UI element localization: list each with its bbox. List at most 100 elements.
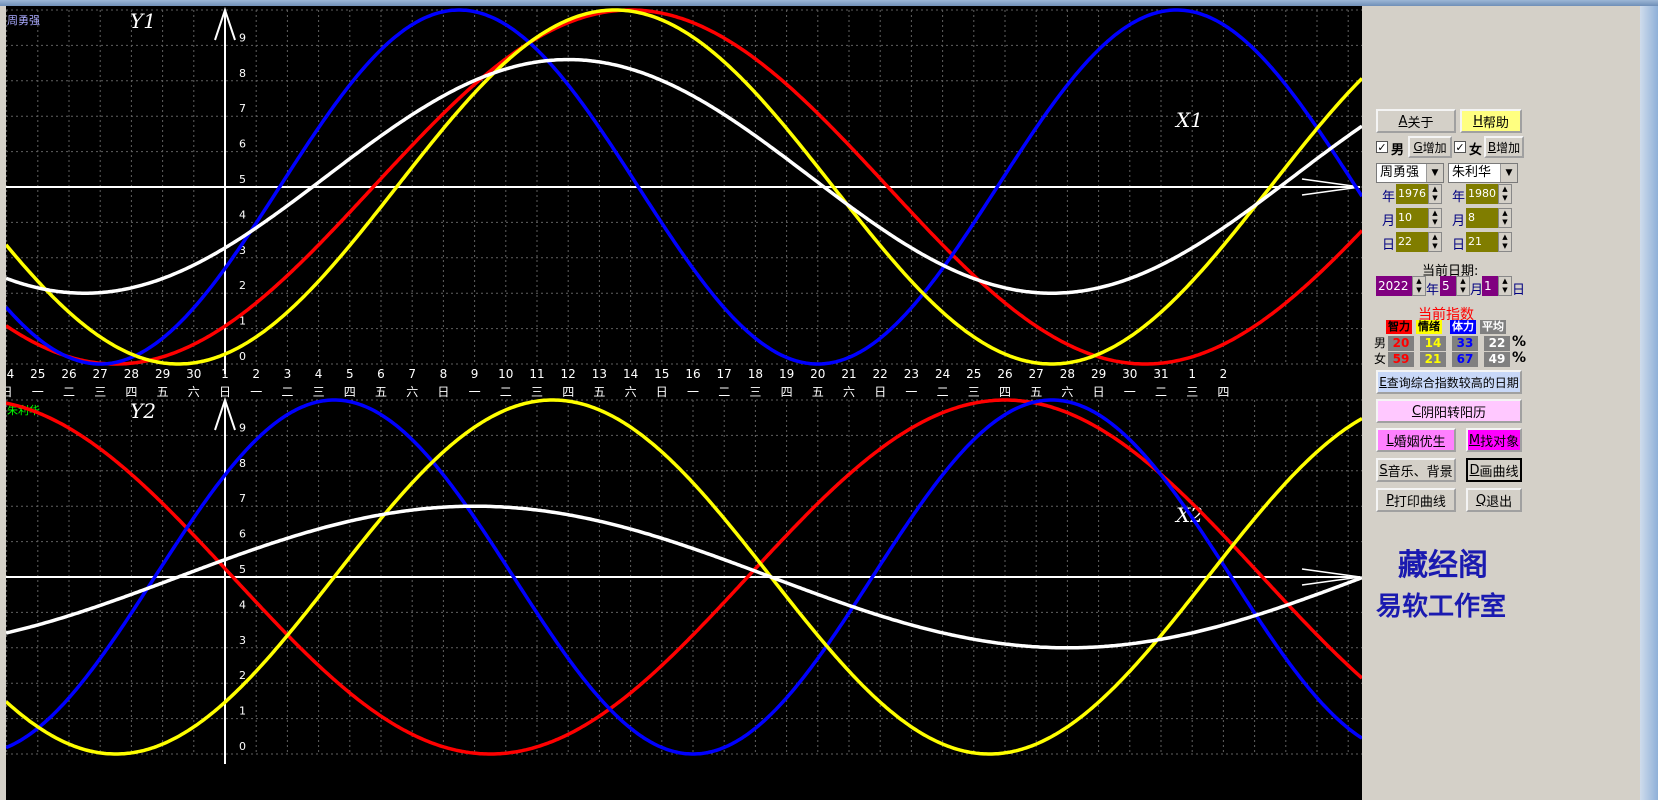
weekday-tick-label: 二: [1155, 385, 1167, 399]
date-tick-label: 17: [717, 367, 732, 381]
date-tick-label: 1: [1188, 367, 1196, 381]
male-year-spin[interactable]: 1976: [1396, 184, 1428, 204]
weekday-tick-label: 四: [125, 385, 137, 399]
date-tick-label: 27: [93, 367, 108, 381]
current-day-unit: 日: [1512, 283, 1526, 298]
date-tick-label: 25: [966, 367, 981, 381]
male-day-spin[interactable]: 22: [1396, 232, 1428, 252]
date-tick-label: 8: [440, 367, 448, 381]
male-month-spin[interactable]: 10: [1396, 208, 1428, 228]
weekday-tick-label: 五: [812, 385, 824, 399]
weekday-tick-label: 日: [656, 385, 668, 399]
weekday-tick-label: 四: [562, 385, 574, 399]
date-tick-label: 15: [654, 367, 669, 381]
weekday-tick-label: 六: [1061, 385, 1073, 399]
current-day-spin-arrows[interactable]: ▲ ▼: [1498, 276, 1512, 296]
weekday-tick-label: 一: [1124, 385, 1136, 399]
draw-curve-button[interactable]: D 画曲线: [1466, 458, 1522, 482]
y-axis-title: Y1: [130, 9, 156, 33]
weekday-tick-label: 二: [718, 385, 730, 399]
female-percent-sign: %: [1512, 350, 1527, 366]
male-year-label: 年: [1382, 190, 1396, 205]
y-tick-label: 6: [239, 528, 246, 541]
y-tick-label: 3: [239, 634, 246, 647]
female-intellect-value: 59: [1388, 352, 1414, 367]
person-name-label: 周勇强: [7, 14, 40, 27]
date-tick-label: 1: [221, 367, 229, 381]
female-name-select[interactable]: 朱利华 ▼: [1448, 163, 1518, 183]
query-high-index-button[interactable]: E 查询综合指数较高的日期: [1376, 370, 1522, 394]
male-percent-sign: %: [1512, 334, 1527, 350]
about-button[interactable]: A 关于: [1376, 109, 1456, 133]
quit-button[interactable]: Q 退出: [1466, 488, 1522, 512]
male-month-spin-arrows[interactable]: ▲ ▼: [1428, 208, 1442, 228]
date-tick-label: 29: [1091, 367, 1106, 381]
female-year-spin[interactable]: 1980: [1466, 184, 1498, 204]
date-tick-label: 6: [377, 367, 385, 381]
help-button[interactable]: H 帮助: [1460, 109, 1522, 133]
weekday-tick-label: 三: [1186, 385, 1198, 399]
male-checkbox[interactable]: ✓: [1376, 141, 1388, 154]
header-average: 平均: [1480, 320, 1506, 334]
female-physical-value: 67: [1452, 352, 1478, 367]
current-month-spin-arrows[interactable]: ▲ ▼: [1456, 276, 1470, 296]
date-tick-label: 28: [1060, 367, 1075, 381]
weekday-tick-label: 一: [32, 385, 44, 399]
date-tick-label: 20: [810, 367, 825, 381]
lunar-convert-button[interactable]: C 阴阳转阳历: [1376, 399, 1522, 423]
date-tick-label: 12: [561, 367, 576, 381]
weekday-tick-label: 三: [94, 385, 106, 399]
weekday-tick-label: 四: [1217, 385, 1229, 399]
male-name-select[interactable]: 周勇强 ▼: [1376, 163, 1444, 183]
weekday-tick-label: 三: [749, 385, 761, 399]
y-tick-label: 4: [239, 598, 246, 611]
row-label-female: 女: [1374, 352, 1387, 366]
y-tick-label: 9: [239, 421, 246, 434]
female-year-spin-arrows[interactable]: ▲ ▼: [1498, 184, 1512, 204]
biorhythm-charts: 0123456789Y1X1周勇强0123456789Y2X2朱利华242526…: [6, 6, 1362, 764]
female-day-spin[interactable]: 21: [1466, 232, 1498, 252]
female-label: 女: [1469, 143, 1483, 158]
chevron-down-icon[interactable]: ▼: [1500, 164, 1517, 182]
chevron-down-icon[interactable]: ▼: [1426, 164, 1443, 182]
male-add-button[interactable]: G 增加: [1408, 136, 1452, 158]
music-background-button[interactable]: S 音乐、背景: [1376, 458, 1456, 482]
female-month-spin-arrows[interactable]: ▲ ▼: [1498, 208, 1512, 228]
female-add-button[interactable]: B 增加: [1484, 136, 1524, 158]
male-average-value: 22: [1484, 336, 1510, 351]
date-tick-label: 2: [252, 367, 260, 381]
weekday-tick-label: 六: [406, 385, 418, 399]
date-tick-label: 21: [841, 367, 856, 381]
marriage-button[interactable]: L 婚姻优生: [1376, 428, 1456, 452]
y-axis-title: Y2: [130, 399, 156, 423]
weekday-tick-label: 日: [437, 385, 449, 399]
male-year-spin-arrows[interactable]: ▲ ▼: [1428, 184, 1442, 204]
print-curve-button[interactable]: P 打印曲线: [1376, 488, 1456, 512]
female-checkbox[interactable]: ✓: [1454, 141, 1466, 154]
date-tick-label: 27: [1029, 367, 1044, 381]
female-day-spin-arrows[interactable]: ▲ ▼: [1498, 232, 1512, 252]
find-partner-button[interactable]: M 找对象: [1466, 428, 1522, 452]
y-tick-label: 8: [239, 67, 246, 80]
current-year-spin-arrows[interactable]: ▲ ▼: [1412, 276, 1426, 296]
date-tick-label: 10: [498, 367, 513, 381]
male-day-spin-arrows[interactable]: ▲ ▼: [1428, 232, 1442, 252]
y-tick-label: 0: [239, 350, 246, 363]
weekday-tick-label: 二: [937, 385, 949, 399]
weekday-tick-label: 三: [313, 385, 325, 399]
date-tick-label: 30: [1122, 367, 1137, 381]
date-tick-label: 7: [408, 367, 416, 381]
weekday-tick-label: 四: [999, 385, 1011, 399]
current-year-spin[interactable]: 2022: [1376, 276, 1412, 296]
male-physical-value: 33: [1452, 336, 1478, 351]
date-tick-label: 22: [873, 367, 888, 381]
current-year-unit: 年: [1426, 283, 1440, 298]
current-month-spin[interactable]: 5: [1440, 276, 1456, 296]
y-tick-label: 1: [239, 705, 246, 718]
current-day-spin[interactable]: 1: [1482, 276, 1498, 296]
female-month-spin[interactable]: 8: [1466, 208, 1498, 228]
y-tick-label: 7: [239, 102, 246, 115]
header-intellect: 智力: [1386, 320, 1412, 334]
weekday-tick-label: 二: [281, 385, 293, 399]
weekday-tick-label: 六: [843, 385, 855, 399]
